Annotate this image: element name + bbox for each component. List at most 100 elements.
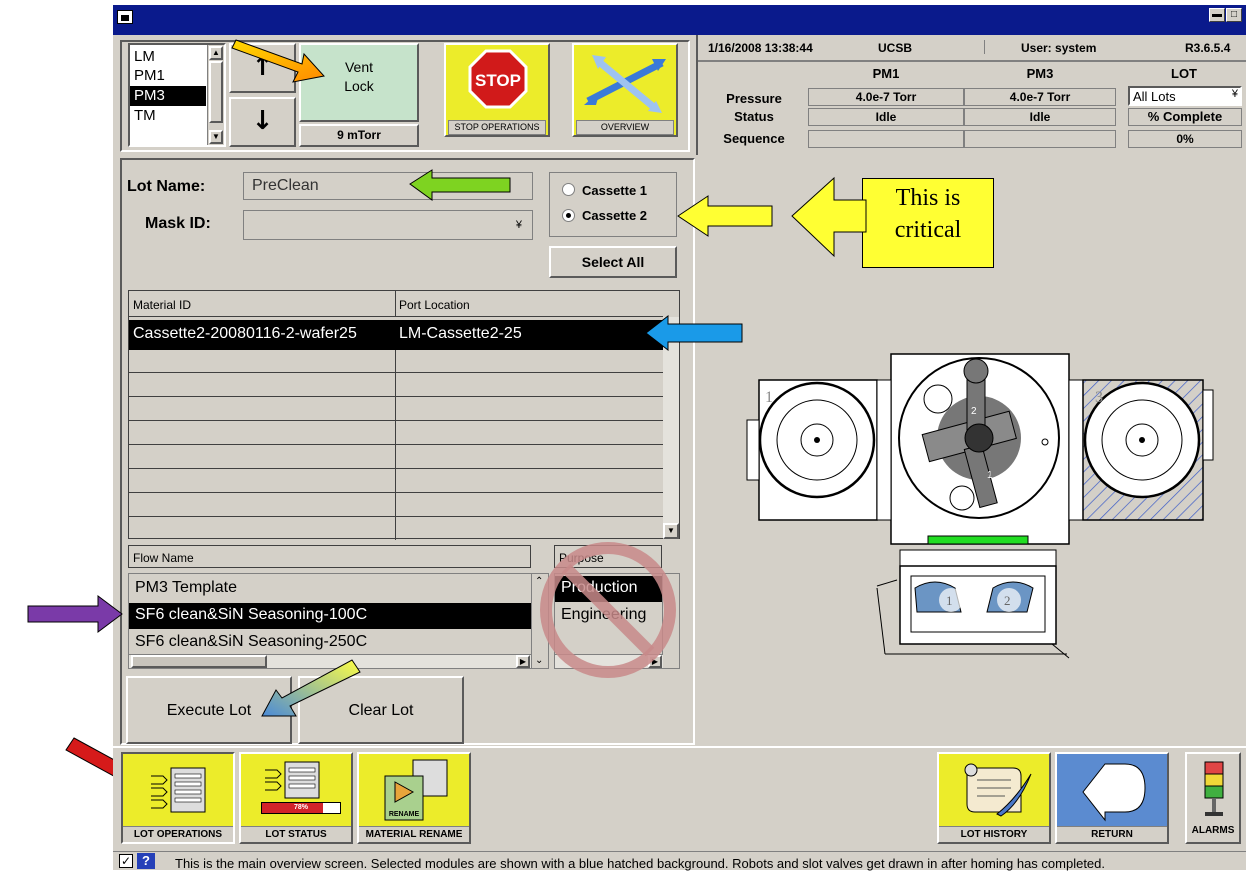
- pm3-chamber[interactable]: 3: [1082, 379, 1214, 521]
- site-name: UCSB: [878, 41, 913, 55]
- clear-lot-button[interactable]: Clear Lot: [298, 676, 464, 744]
- vent-lock-button[interactable]: Vent Lock: [299, 43, 419, 122]
- table-row[interactable]: Cassette2-20080116-2-wafer25 LM-Cassette…: [129, 320, 663, 350]
- overview-button[interactable]: OVERVIEW: [572, 43, 678, 137]
- lot-history-label: LOT HISTORY: [939, 826, 1049, 842]
- lot-status-progress: 78%: [261, 802, 341, 814]
- return-button[interactable]: RETURN: [1055, 752, 1169, 844]
- status-message: This is the main overview screen. Select…: [175, 856, 1106, 871]
- lot-status-button[interactable]: 78% LOT STATUS: [239, 752, 353, 844]
- lot-operations-label: LOT OPERATIONS: [123, 826, 233, 842]
- scroll-up-icon[interactable]: ▲: [209, 46, 223, 60]
- prohibited-icon: [540, 542, 676, 678]
- port-location-header[interactable]: Port Location: [399, 298, 470, 312]
- cassette-1-label[interactable]: Cassette 1: [582, 183, 647, 198]
- material-rename-button[interactable]: RENAME MATERIAL RENAME: [357, 752, 471, 844]
- header-divider: [395, 291, 396, 317]
- cassette-group: Cassette 1 Cassette 2: [549, 172, 677, 237]
- transfer-module[interactable]: 2 1: [876, 353, 1084, 545]
- callout-line-2: critical: [894, 217, 962, 243]
- stop-sign-icon: STOP: [468, 49, 528, 109]
- stop-operations-button[interactable]: STOP STOP OPERATIONS: [444, 43, 550, 137]
- loadlock[interactable]: 1 2: [876, 549, 1070, 659]
- scroll-thumb[interactable]: [209, 61, 223, 123]
- module-list[interactable]: LM PM1 PM3 TM ▲ ▼: [128, 43, 226, 147]
- scroll-right-icon[interactable]: ▶: [516, 655, 530, 668]
- chevron-down-icon[interactable]: ¥: [1232, 88, 1238, 100]
- mask-id-label: Mask ID:: [145, 215, 211, 232]
- scroll-down-icon[interactable]: ▼: [663, 523, 679, 539]
- pm1-chamber[interactable]: 1: [746, 379, 878, 521]
- svg-text:STOP: STOP: [475, 71, 521, 90]
- pm3-pressure: 4.0e-7 Torr: [964, 88, 1116, 106]
- return-arrow-icon: [1082, 763, 1146, 822]
- material-table: Material ID Port Location Cassette2-2008…: [128, 290, 680, 540]
- scroll-track[interactable]: [663, 317, 679, 523]
- status-bar: ✓ ? This is the main overview screen. Se…: [113, 851, 1246, 871]
- cassette-2-label[interactable]: Cassette 2: [582, 208, 647, 223]
- mask-id-select[interactable]: ¥: [243, 210, 533, 240]
- flow-item-label: SF6 clean&SiN Seasoning-100C: [135, 606, 368, 623]
- table-row: [129, 470, 663, 493]
- lot-operations-button[interactable]: LOT OPERATIONS: [121, 752, 235, 844]
- chevron-down-icon[interactable]: ¥: [516, 219, 522, 231]
- module-list-item-tm[interactable]: TM: [134, 106, 156, 125]
- critical-callout: This is critical: [862, 178, 994, 268]
- scroll-thumb[interactable]: [131, 655, 267, 668]
- material-id-header[interactable]: Material ID: [133, 298, 191, 312]
- lot-filter-select[interactable]: All Lots ¥: [1128, 86, 1242, 106]
- pm3-status: Idle: [964, 108, 1116, 126]
- help-icon[interactable]: ?: [137, 853, 155, 869]
- material-table-header: Material ID Port Location: [129, 291, 663, 317]
- pm3-number: 3: [1095, 389, 1103, 406]
- lock-label: Lock: [344, 78, 374, 94]
- overview-label: OVERVIEW: [576, 120, 674, 135]
- cassette-2-radio[interactable]: [562, 209, 575, 222]
- datetime: 1/16/2008 13:38:44: [708, 41, 813, 55]
- row-sequence: Sequence: [723, 131, 785, 146]
- scroll-quill-icon: [964, 763, 1032, 817]
- row-status: Status: [734, 109, 774, 124]
- arm-2-label: 2: [971, 406, 977, 417]
- table-row: [129, 422, 663, 445]
- flow-item-selected[interactable]: SF6 clean&SiN Seasoning-100C: [129, 603, 531, 629]
- slot-1-label: 1: [946, 593, 953, 608]
- column-divider: [395, 350, 396, 540]
- pm1-number: 1: [765, 389, 773, 406]
- scroll-down-icon[interactable]: ▼: [209, 130, 223, 144]
- alarms-button[interactable]: ALARMS: [1185, 752, 1241, 844]
- table-row: [129, 374, 663, 397]
- check-icon[interactable]: ✓: [119, 854, 133, 868]
- title-bar: [113, 5, 1246, 35]
- module-list-item-pm3[interactable]: PM3: [130, 86, 206, 106]
- module-list-scrollbar[interactable]: ▲ ▼: [207, 45, 224, 145]
- user-label: User: system: [1021, 41, 1097, 55]
- flow-item[interactable]: PM3 Template: [135, 579, 237, 597]
- move-down-button[interactable]: ↓: [229, 97, 296, 147]
- flow-name-header[interactable]: Flow Name: [133, 551, 194, 565]
- flow-table-header: Flow Name: [128, 545, 531, 568]
- slot-2-label: 2: [1004, 593, 1011, 608]
- lot-name-label: Lot Name:: [127, 178, 206, 195]
- select-all-button[interactable]: Select All: [549, 246, 677, 278]
- lot-name-field[interactable]: PreClean: [243, 172, 533, 200]
- material-table-scrollbar[interactable]: ▼: [663, 317, 679, 539]
- flow-list-hscroll[interactable]: ▶: [129, 654, 531, 668]
- empty-rows: [129, 350, 663, 540]
- vent-label: Vent: [344, 59, 374, 75]
- module-list-item-lm[interactable]: LM: [134, 47, 155, 66]
- move-up-button[interactable]: ↑: [229, 43, 296, 93]
- minimize-button[interactable]: ▬: [1209, 8, 1225, 22]
- crossed-arrows-icon: [584, 55, 666, 113]
- flow-list[interactable]: PM3 Template SF6 clean&SiN Seasoning-100…: [128, 573, 549, 669]
- row-pressure: Pressure: [726, 91, 782, 106]
- maximize-button[interactable]: □: [1226, 8, 1242, 22]
- module-list-item-pm1[interactable]: PM1: [134, 66, 165, 85]
- flow-item[interactable]: SF6 clean&SiN Seasoning-250C: [135, 633, 367, 651]
- lot-operations-icon: [151, 767, 206, 813]
- pm1-status: Idle: [808, 108, 964, 126]
- lot-history-button[interactable]: LOT HISTORY: [937, 752, 1051, 844]
- execute-lot-button[interactable]: Execute Lot: [126, 676, 292, 744]
- divider: [698, 60, 1246, 62]
- cassette-1-radio[interactable]: [562, 183, 575, 196]
